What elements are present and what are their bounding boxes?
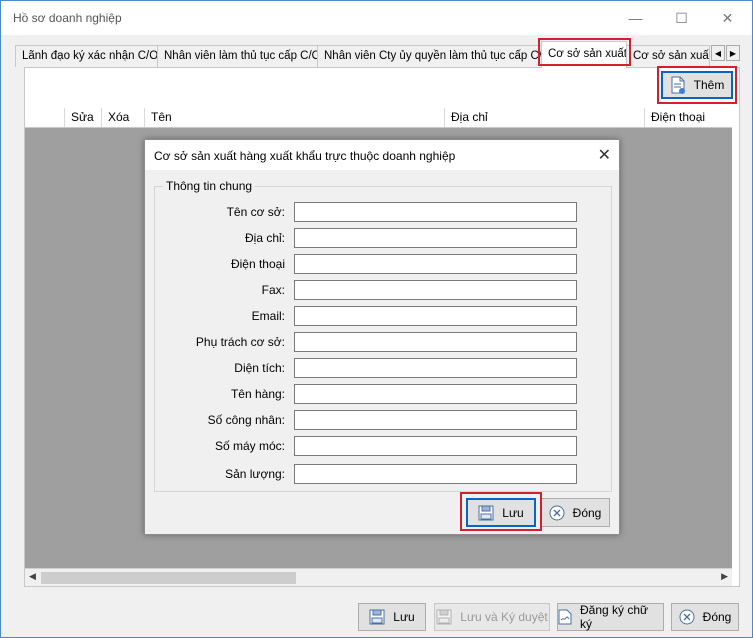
scroll-right-icon[interactable]: ▶ [721, 571, 728, 582]
maximize-button[interactable]: ☐ [659, 1, 704, 35]
goods-input[interactable] [294, 384, 577, 404]
field-label-workers: Số công nhân: [207, 413, 285, 427]
grid-header: Sửa Xóa Tên Địa chỉ Điện thoại [25, 108, 732, 128]
name-input[interactable] [294, 202, 577, 222]
dialog-save-button[interactable]: Lưu [466, 498, 536, 527]
dialog-close-button[interactable]: Đóng [540, 498, 610, 527]
footer-save-button[interactable]: Lưu [358, 603, 426, 631]
floppy-disk-icon [478, 505, 494, 521]
scroll-thumb[interactable] [41, 572, 296, 584]
tab-nhan-vien-uy-quyen[interactable]: Nhân viên Cty ủy quyền làm thủ tục cấp C… [317, 45, 542, 67]
col-header-delete[interactable]: Xóa [102, 108, 145, 127]
field-label-fax: Fax: [261, 283, 285, 297]
output-input[interactable] [294, 464, 577, 484]
dialog-close-label: Đóng [572, 505, 602, 520]
add-button[interactable]: Thêm [661, 71, 733, 99]
col-header-select[interactable] [25, 108, 65, 127]
tab-scroll-left-icon[interactable]: ◀ [711, 45, 725, 61]
phone-input[interactable] [294, 254, 577, 274]
signature-document-icon [558, 609, 572, 625]
field-label-email: Email: [251, 309, 285, 323]
document-add-icon [670, 76, 686, 94]
general-info-group: Thông tin chung Tên cơ sở: Địa chỉ: Điện… [154, 179, 612, 492]
circle-x-icon [679, 609, 695, 625]
floppy-disk-icon [436, 609, 452, 625]
scroll-left-icon[interactable]: ◀ [29, 571, 36, 582]
footer-save-approve-button[interactable]: Lưu và Ký duyệt [434, 603, 550, 631]
field-label-name: Tên cơ sở: [226, 205, 285, 219]
close-window-button[interactable]: ✕ [705, 1, 750, 35]
col-header-name[interactable]: Tên [145, 108, 445, 127]
main-window: Hồ sơ doanh nghiệp — ☐ ✕ Lãnh đạo ký xác… [0, 0, 753, 638]
footer-save-approve-label: Lưu và Ký duyệt [460, 610, 548, 624]
floppy-disk-icon [369, 609, 385, 625]
field-label-goods: Tên hàng: [230, 387, 285, 401]
field-label-area: Diện tích: [234, 361, 285, 375]
field-label-output: Sản lượng: [225, 467, 285, 481]
minimize-button[interactable]: — [613, 1, 658, 35]
dialog-save-label: Lưu [502, 505, 524, 520]
col-header-edit[interactable]: Sửa [65, 108, 102, 127]
address-input[interactable] [294, 228, 577, 248]
col-header-phone[interactable]: Điện thoại [645, 108, 732, 127]
window-title: Hồ sơ doanh nghiệp [13, 11, 122, 25]
tab-co-so-san-xuat[interactable]: Cơ sở sản xuất [541, 41, 627, 68]
add-button-label: Thêm [693, 78, 725, 92]
field-label-address: Địa chỉ: [244, 231, 285, 245]
area-input[interactable] [294, 358, 577, 378]
field-label-manager: Phụ trách cơ sở: [195, 335, 285, 349]
field-label-machines: Số máy móc: [214, 439, 285, 453]
col-header-address[interactable]: Địa chỉ [445, 108, 645, 127]
email-input[interactable] [294, 306, 577, 326]
circle-x-icon [549, 505, 565, 521]
tab-nhan-vien[interactable]: Nhân viên làm thủ tục cấp C/O [157, 45, 318, 67]
manager-input[interactable] [294, 332, 577, 352]
footer-close-button[interactable]: Đóng [671, 603, 739, 631]
dialog-title: Cơ sở sản xuất hàng xuất khẩu trực thuộc… [154, 149, 456, 163]
tab-co-so-san-xuat-2[interactable]: Cơ sở sản xuất c [626, 45, 710, 67]
fax-input[interactable] [294, 280, 577, 300]
dialog-title-bar: Cơ sở sản xuất hàng xuất khẩu trực thuộc… [145, 140, 619, 170]
horizontal-scrollbar[interactable]: ◀ ▶ [25, 568, 732, 586]
field-label-phone: Điện thoại [230, 257, 285, 271]
tab-lanh-dao[interactable]: Lãnh đạo ký xác nhận C/O [15, 45, 158, 67]
dialog-close-icon[interactable]: ✕ [598, 145, 611, 165]
title-bar: Hồ sơ doanh nghiệp — ☐ ✕ [1, 1, 752, 35]
footer-close-label: Đóng [702, 610, 732, 624]
footer-register-signature-label: Đăng ký chữ ký [580, 603, 649, 631]
footer-save-label: Lưu [393, 610, 415, 624]
group-label: Thông tin chung [163, 179, 256, 193]
workers-input[interactable] [294, 410, 577, 430]
tab-strip: Lãnh đạo ký xác nhận C/O Nhân viên làm t… [15, 41, 740, 68]
tab-scroll-right-icon[interactable]: ▶ [726, 45, 740, 61]
production-facility-dialog: Cơ sở sản xuất hàng xuất khẩu trực thuộc… [144, 139, 620, 535]
machines-input[interactable] [294, 436, 577, 456]
footer-register-signature-button[interactable]: Đăng ký chữ ký [557, 603, 664, 631]
